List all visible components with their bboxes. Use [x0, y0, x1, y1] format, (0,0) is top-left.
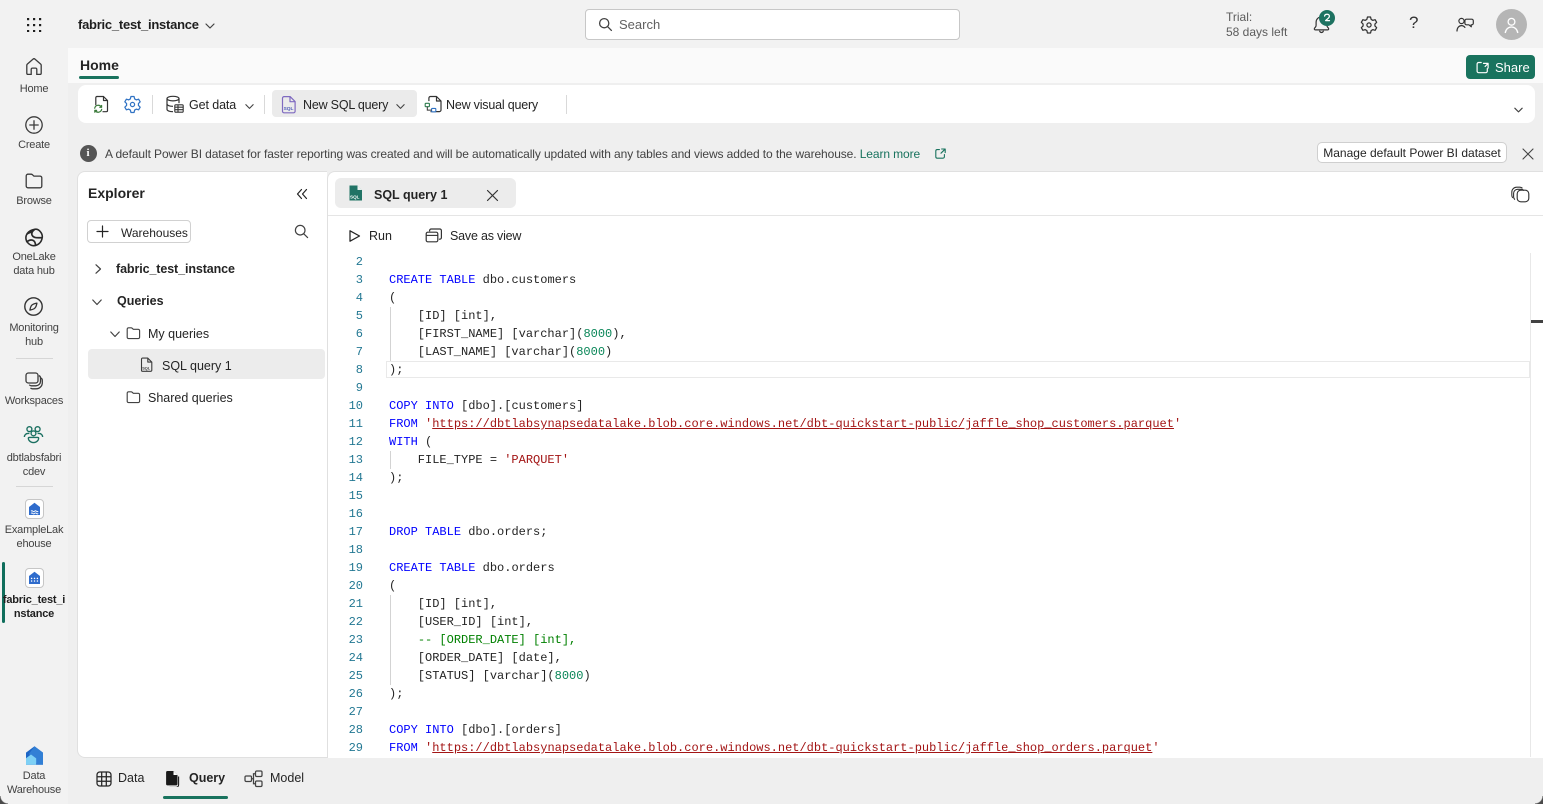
svg-text:SQL: SQL	[142, 366, 151, 371]
svg-text:SQL: SQL	[350, 195, 360, 200]
svg-text:SQL: SQL	[284, 106, 294, 112]
